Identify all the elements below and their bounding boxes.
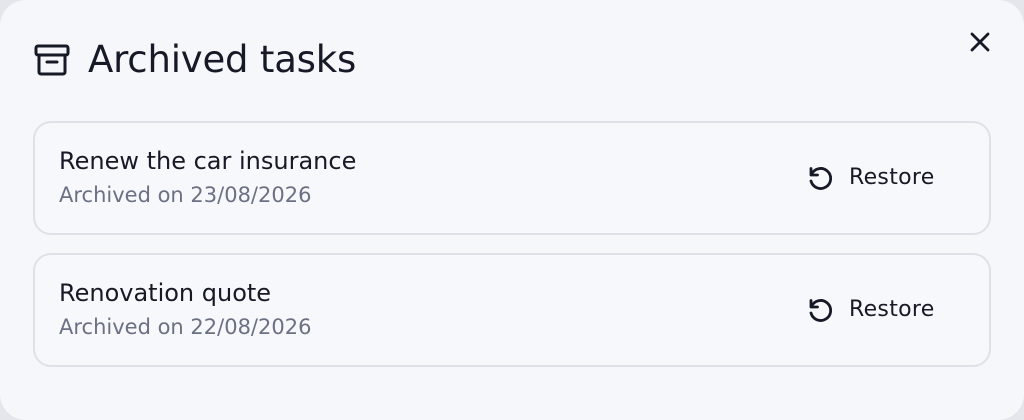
restore-icon	[805, 163, 835, 193]
task-title: Renovation quote	[59, 279, 272, 307]
archived-task-item: Renovation quote Archived on 22/08/2026 …	[33, 253, 991, 367]
archive-box-icon	[34, 42, 70, 78]
dialog-title: Archived tasks	[88, 38, 357, 81]
close-icon	[968, 30, 992, 58]
restore-icon	[805, 295, 835, 325]
restore-button[interactable]: Restore	[795, 153, 965, 203]
archived-date: Archived on 22/08/2026	[59, 315, 312, 339]
dialog-header: Archived tasks	[34, 36, 356, 84]
archived-task-list: Renew the car insurance Archived on 23/0…	[33, 121, 991, 385]
restore-label: Restore	[849, 297, 935, 322]
restore-button[interactable]: Restore	[795, 285, 965, 335]
archived-task-item: Renew the car insurance Archived on 23/0…	[33, 121, 991, 235]
archived-date: Archived on 23/08/2026	[59, 183, 312, 207]
close-button[interactable]	[964, 28, 996, 60]
archived-tasks-dialog: Archived tasks Renew the car insurance A…	[0, 0, 1024, 420]
task-title: Renew the car insurance	[59, 147, 357, 175]
restore-label: Restore	[849, 165, 935, 190]
